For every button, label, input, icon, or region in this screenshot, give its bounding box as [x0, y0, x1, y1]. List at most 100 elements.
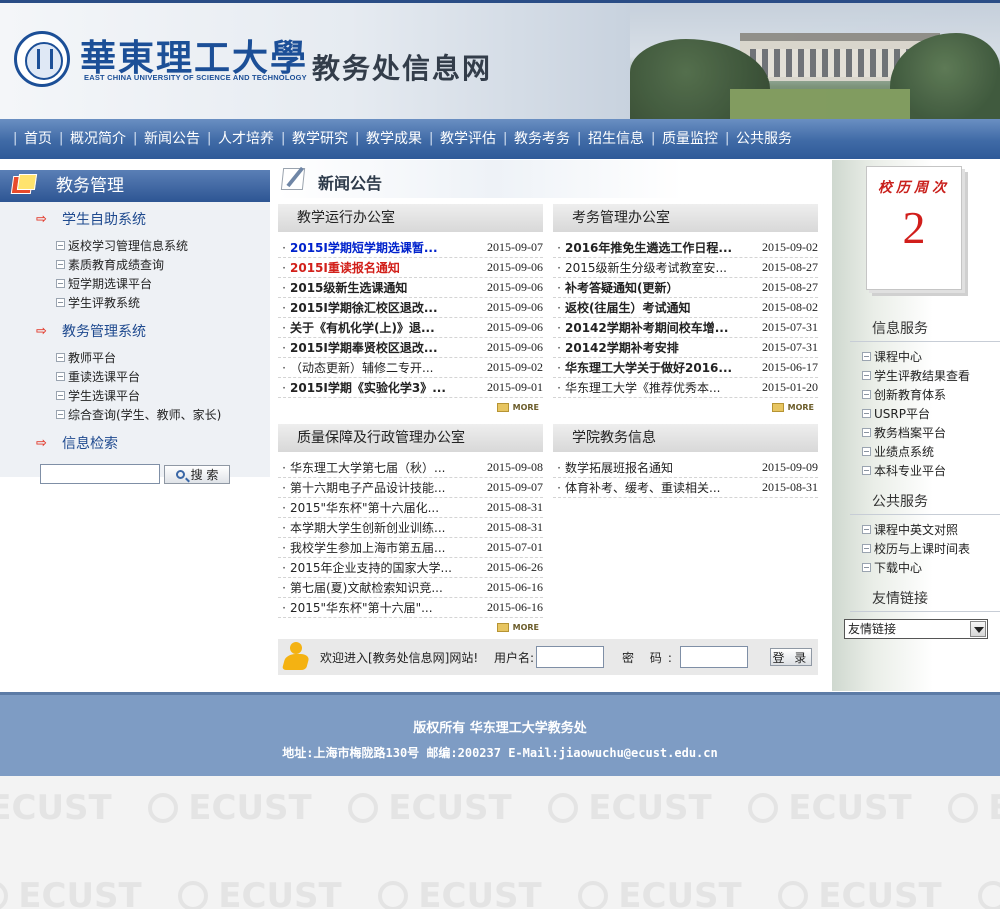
search-button[interactable]: 搜 索 — [164, 464, 230, 484]
password-input[interactable] — [679, 646, 748, 668]
chevron-down-icon[interactable] — [970, 621, 986, 637]
news-item[interactable]: · 20142学期补考安排 2015-07-31 — [553, 338, 818, 358]
news-item-title[interactable]: 第七届(夏)文献检索知识竞... — [290, 579, 473, 596]
news-item[interactable]: · 华东理工大学第七届（秋）... 2015-09-08 — [278, 458, 543, 478]
nav-item-7[interactable]: 教务考务 — [503, 119, 578, 159]
nav-item-10[interactable]: 公共服务 — [725, 119, 800, 159]
login-button[interactable]: 登 录 — [769, 648, 812, 666]
news-item-title[interactable]: 2015"华东杯"第十六届化... — [290, 499, 473, 516]
news-item-title[interactable]: 华东理工大学《推荐优秀本... — [565, 379, 748, 396]
news-item[interactable]: · 体育补考、缓考、重读相关... 2015-08-31 — [553, 478, 818, 498]
news-item-title[interactable]: 2015I学期徐汇校区退改... — [290, 299, 473, 316]
news-item-title[interactable]: 2015I重读报名通知 — [290, 259, 473, 276]
news-item-title[interactable]: 华东理工大学关于做好2016... — [565, 359, 748, 376]
right-sidebar-link[interactable]: 本科专业平台 — [862, 461, 970, 480]
right-sidebar-link[interactable]: 课程中英文对照 — [862, 520, 970, 539]
username-input[interactable] — [536, 646, 605, 668]
sidebar-link[interactable]: 重读选课平台 — [56, 367, 270, 386]
nav-item-9[interactable]: 质量监控 — [651, 119, 726, 159]
news-item[interactable]: · 2015"华东杯"第十六届化... 2015-08-31 — [278, 498, 543, 518]
arrow-right-icon: ⇨ — [36, 212, 47, 227]
news-item[interactable]: · 2015I重读报名通知 2015-09-06 — [278, 258, 543, 278]
news-item-title[interactable]: 2015级新生分级考试教室安... — [565, 259, 748, 276]
sidebar-link[interactable]: 综合查询(学生、教师、家长) — [56, 405, 270, 424]
section-title-academic-management[interactable]: ⇨ 教务管理系统 — [0, 318, 270, 346]
news-item-title[interactable]: 华东理工大学第七届（秋）... — [290, 459, 473, 476]
academic-week-calendar[interactable]: 校历周次 2 — [866, 166, 962, 290]
nav-item-1[interactable]: 概况简介 — [59, 119, 134, 159]
news-item-title[interactable]: 2015I学期《实验化学3》... — [290, 379, 473, 396]
news-item[interactable]: · 20142学期补考期间校车增... 2015-07-31 — [553, 318, 818, 338]
news-item[interactable]: · （动态更新）辅修二专开... 2015-09-02 — [278, 358, 543, 378]
news-item[interactable]: · 本学期大学生创新创业训练... 2015-08-31 — [278, 518, 543, 538]
nav-item-5[interactable]: 教学成果 — [355, 119, 430, 159]
right-sidebar-link[interactable]: 教务档案平台 — [862, 423, 970, 442]
news-item-title[interactable]: 2016年推免生遴选工作日程... — [565, 239, 748, 256]
right-sidebar-link[interactable]: USRP平台 — [862, 404, 970, 423]
news-item-title[interactable]: 返校(往届生）考试通知 — [565, 299, 748, 316]
news-item[interactable]: · 补考答疑通知(更新） 2015-08-27 — [553, 278, 818, 298]
sidebar-link[interactable]: 短学期选课平台 — [56, 274, 270, 293]
news-item[interactable]: · 第十六期电子产品设计技能... 2015-09-07 — [278, 478, 543, 498]
news-item[interactable]: · 2015级新生分级考试教室安... 2015-08-27 — [553, 258, 818, 278]
nav-item-3[interactable]: 人才培养 — [207, 119, 282, 159]
right-sidebar-link[interactable]: 创新教育体系 — [862, 385, 970, 404]
right-sidebar-link[interactable]: 课程中心 — [862, 347, 970, 366]
news-item[interactable]: · 2015"华东杯"第十六届"... 2015-06-16 — [278, 598, 543, 618]
nav-item-4[interactable]: 教学研究 — [281, 119, 356, 159]
news-item-title[interactable]: 我校学生参加上海市第五届... — [290, 539, 473, 556]
news-item[interactable]: · 我校学生参加上海市第五届... 2015-07-01 — [278, 538, 543, 558]
news-item[interactable]: · 2015级新生选课通知 2015-09-06 — [278, 278, 543, 298]
news-item[interactable]: · 数学拓展班报名通知 2015-09-09 — [553, 458, 818, 478]
news-box-title[interactable]: 学院教务信息 — [553, 424, 818, 453]
section-title-student-self-service[interactable]: ⇨ 学生自助系统 — [0, 206, 270, 234]
news-item[interactable]: · 2015I学期奉贤校区退改... 2015-09-06 — [278, 338, 543, 358]
news-item-title[interactable]: 数学拓展班报名通知 — [565, 459, 748, 476]
news-item-title[interactable]: （动态更新）辅修二专开... — [290, 359, 473, 376]
news-item-title[interactable]: 20142学期补考期间校车增... — [565, 319, 748, 336]
right-sidebar-link[interactable]: 业绩点系统 — [862, 442, 970, 461]
news-box-title[interactable]: 教学运行办公室 — [278, 204, 543, 233]
more-link[interactable]: MORE — [278, 618, 543, 636]
news-item-title[interactable]: 体育补考、缓考、重读相关... — [565, 479, 748, 496]
news-box-title[interactable]: 考务管理办公室 — [553, 204, 818, 233]
news-item-title[interactable]: 2015"华东杯"第十六届"... — [290, 599, 473, 616]
news-item[interactable]: · 关于《有机化学(上)》退... 2015-09-06 — [278, 318, 543, 338]
sidebar-link[interactable]: 学生评教系统 — [56, 293, 270, 312]
news-box-title[interactable]: 质量保障及行政管理办公室 — [278, 424, 543, 453]
news-item[interactable]: · 2015I学期徐汇校区退改... 2015-09-06 — [278, 298, 543, 318]
nav-item-6[interactable]: 教学评估 — [429, 119, 504, 159]
news-item-date: 2015-07-01 — [487, 540, 543, 554]
news-item-title[interactable]: 补考答疑通知(更新） — [565, 279, 748, 296]
nav-item-0[interactable]: 首页 — [13, 119, 60, 159]
news-item-title[interactable]: 关于《有机化学(上)》退... — [290, 319, 473, 336]
news-item-title[interactable]: 第十六期电子产品设计技能... — [290, 479, 473, 496]
news-item[interactable]: · 第七届(夏)文献检索知识竞... 2015-06-16 — [278, 578, 543, 598]
nav-item-8[interactable]: 招生信息 — [577, 119, 652, 159]
friend-links-select[interactable]: 友情链接 — [844, 619, 988, 639]
sidebar-link[interactable]: 素质教育成绩查询 — [56, 255, 270, 274]
news-item[interactable]: · 华东理工大学关于做好2016... 2015-06-17 — [553, 358, 818, 378]
right-sidebar-link[interactable]: 学生评教结果查看 — [862, 366, 970, 385]
news-item[interactable]: · 2015I学期短学期选课暂... 2015-09-07 — [278, 238, 543, 258]
right-sidebar-link[interactable]: 校历与上课时间表 — [862, 539, 970, 558]
news-item[interactable]: · 2015年企业支持的国家大学... 2015-06-26 — [278, 558, 543, 578]
search-input[interactable] — [40, 464, 160, 484]
news-item-title[interactable]: 2015级新生选课通知 — [290, 279, 473, 296]
news-item[interactable]: · 返校(往届生）考试通知 2015-08-02 — [553, 298, 818, 318]
news-item-title[interactable]: 2015I学期短学期选课暂... — [290, 239, 473, 256]
news-item[interactable]: · 华东理工大学《推荐优秀本... 2015-01-20 — [553, 378, 818, 398]
news-item[interactable]: · 2016年推免生遴选工作日程... 2015-09-02 — [553, 238, 818, 258]
sidebar-link[interactable]: 学生选课平台 — [56, 386, 270, 405]
news-item-title[interactable]: 本学期大学生创新创业训练... — [290, 519, 473, 536]
news-item-title[interactable]: 20142学期补考安排 — [565, 339, 748, 356]
news-item-title[interactable]: 2015年企业支持的国家大学... — [290, 559, 473, 576]
more-link[interactable]: MORE — [553, 398, 818, 416]
nav-item-2[interactable]: 新闻公告 — [133, 119, 208, 159]
right-sidebar-link[interactable]: 下载中心 — [862, 558, 970, 577]
sidebar-link[interactable]: 教师平台 — [56, 348, 270, 367]
more-link[interactable]: MORE — [278, 398, 543, 416]
news-item-title[interactable]: 2015I学期奉贤校区退改... — [290, 339, 473, 356]
news-item[interactable]: · 2015I学期《实验化学3》... 2015-09-01 — [278, 378, 543, 398]
sidebar-link[interactable]: 返校学习管理信息系统 — [56, 236, 270, 255]
